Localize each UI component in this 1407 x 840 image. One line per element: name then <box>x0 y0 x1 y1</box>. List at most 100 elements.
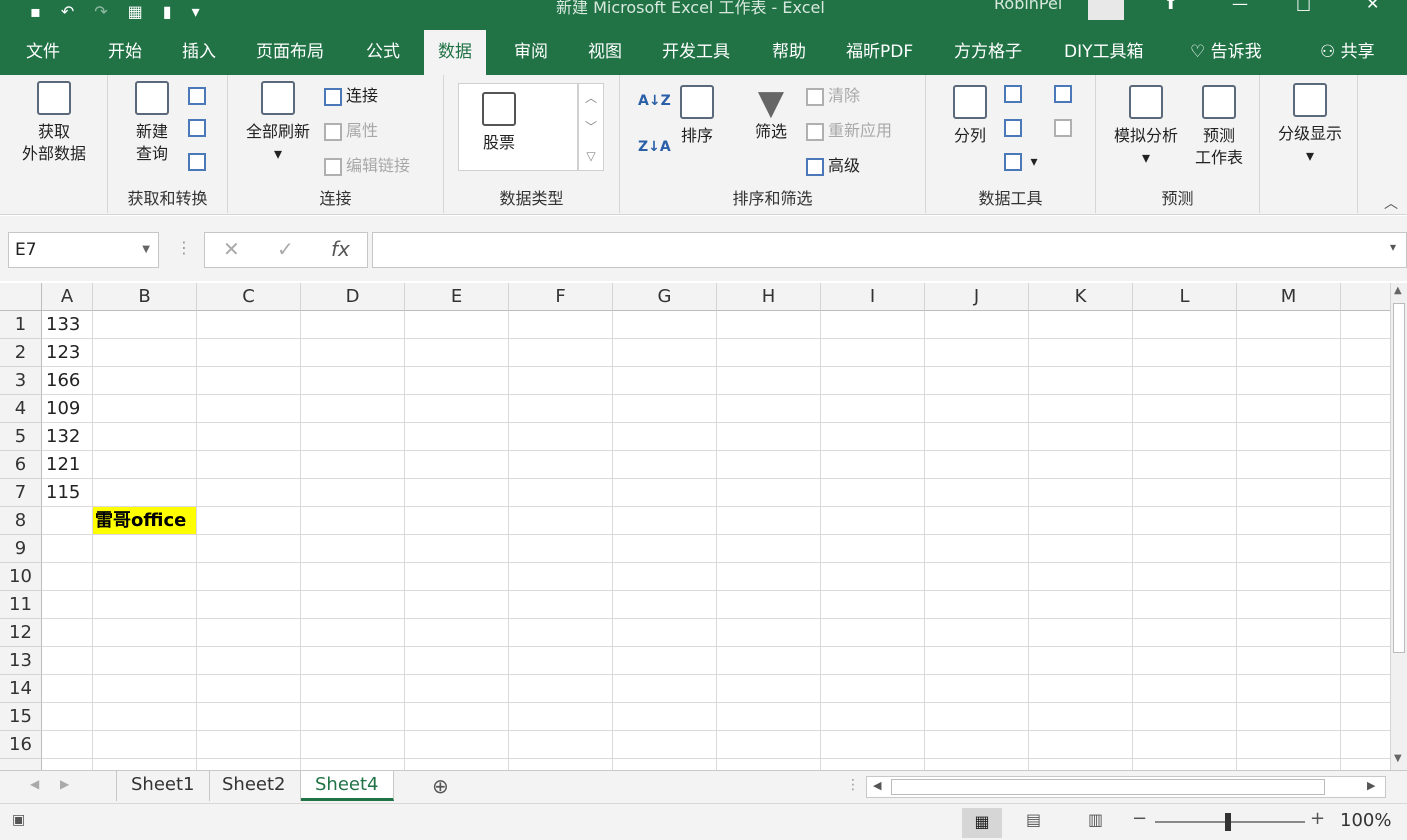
scroll-thumb[interactable] <box>1393 303 1405 653</box>
text-to-columns-button[interactable]: 分列 <box>946 85 994 147</box>
scroll-left-icon[interactable]: ◀ <box>873 779 881 792</box>
gallery-scroll[interactable]: ︿ ﹀ ▽ <box>578 83 604 171</box>
tell-me[interactable]: ♡ 告诉我 <box>1176 30 1276 75</box>
row-header[interactable]: 11 <box>0 591 42 619</box>
cell-a4[interactable]: 109 <box>42 395 92 422</box>
show-queries-icon[interactable] <box>188 87 210 105</box>
properties-button[interactable]: 属性 <box>324 120 378 142</box>
filter-button[interactable]: ▼ 筛选 <box>746 85 796 143</box>
close-icon[interactable]: ✕ <box>1366 0 1379 13</box>
cell-a3[interactable]: 166 <box>42 367 92 394</box>
forecast-sheet-button[interactable]: 预测 工作表 <box>1188 85 1250 169</box>
sort-za-icon[interactable]: Z↓A <box>638 139 671 155</box>
horizontal-scrollbar[interactable]: ◀ ▶ <box>866 776 1386 798</box>
row-header[interactable]: 4 <box>0 395 42 423</box>
hscroll-thumb[interactable] <box>891 779 1325 795</box>
tab-home[interactable]: 开始 <box>94 30 156 75</box>
sheet-tab[interactable]: Sheet1 <box>116 771 210 801</box>
cell-a5[interactable]: 132 <box>42 423 92 450</box>
get-external-data-button[interactable]: 获取 外部数据 <box>6 81 102 165</box>
column-header[interactable]: I <box>821 283 925 311</box>
split-handle-icon[interactable]: ⋮ <box>846 777 860 793</box>
normal-view-icon[interactable]: ▦ <box>962 808 1002 838</box>
row-header[interactable] <box>0 759 42 770</box>
maximize-icon[interactable]: □ <box>1296 0 1311 13</box>
from-table-icon[interactable] <box>188 119 210 137</box>
row-header[interactable]: 3 <box>0 367 42 395</box>
sort-az-icon[interactable]: A↓Z <box>638 93 671 109</box>
row-header[interactable]: 1 <box>0 311 42 339</box>
remove-duplicates-icon[interactable] <box>1004 119 1026 137</box>
collapse-ribbon-icon[interactable]: ︿ <box>1384 193 1398 213</box>
cancel-icon[interactable]: ✕ <box>223 237 240 261</box>
save-icon[interactable]: ▪ <box>30 2 41 21</box>
chart-icon[interactable]: ▮ <box>163 2 172 21</box>
formula-input[interactable] <box>372 232 1407 268</box>
tab-diy-toolbox[interactable]: DIY工具箱 <box>1050 30 1158 75</box>
cell-a1[interactable]: 133 <box>42 311 92 338</box>
column-header[interactable]: M <box>1237 283 1341 311</box>
new-query-button[interactable]: 新建 查询 <box>122 81 182 165</box>
column-header[interactable]: J <box>925 283 1029 311</box>
tab-file[interactable]: 文件 <box>12 30 74 75</box>
outline-button[interactable]: 分级显示 ▾ <box>1270 83 1350 167</box>
column-header[interactable]: G <box>613 283 717 311</box>
row-header[interactable]: 10 <box>0 563 42 591</box>
row-header[interactable]: 7 <box>0 479 42 507</box>
row-header[interactable]: 12 <box>0 619 42 647</box>
tab-help[interactable]: 帮助 <box>758 30 820 75</box>
row-header[interactable]: 6 <box>0 451 42 479</box>
reapply-button[interactable]: 重新应用 <box>806 120 892 142</box>
page-break-view-icon[interactable]: ▥ <box>1088 810 1103 829</box>
tab-developer[interactable]: 开发工具 <box>648 30 744 75</box>
scroll-up-icon[interactable]: ▲ <box>1394 285 1402 296</box>
chevron-down-icon[interactable]: ▼ <box>142 233 150 267</box>
row-header[interactable]: 16 <box>0 731 42 759</box>
row-header[interactable]: 2 <box>0 339 42 367</box>
recent-sources-icon[interactable] <box>188 153 210 171</box>
clear-button[interactable]: 清除 <box>806 85 860 107</box>
edit-links-button[interactable]: 编辑链接 <box>324 155 410 177</box>
column-header[interactable]: L <box>1133 283 1237 311</box>
zoom-slider-knob[interactable] <box>1225 813 1231 831</box>
column-header[interactable]: F <box>509 283 613 311</box>
zoom-in-icon[interactable]: + <box>1310 808 1325 829</box>
tab-page-layout[interactable]: 页面布局 <box>242 30 338 75</box>
column-header[interactable]: A <box>42 283 93 311</box>
column-header[interactable] <box>1341 283 1390 311</box>
row-header[interactable]: 15 <box>0 703 42 731</box>
minimize-icon[interactable]: — <box>1232 0 1248 13</box>
tab-view[interactable]: 视图 <box>574 30 636 75</box>
next-sheet-icon[interactable]: ▶ <box>60 777 69 791</box>
scroll-down-icon[interactable]: ▼ <box>1394 753 1402 764</box>
select-all-button[interactable] <box>0 283 42 311</box>
tab-fangfang[interactable]: 方方格子 <box>940 30 1036 75</box>
page-layout-view-icon[interactable]: ▤ <box>1026 810 1041 829</box>
advanced-button[interactable]: 高级 <box>806 155 860 177</box>
ribbon-display-icon[interactable]: ⬆ <box>1164 0 1177 13</box>
row-header[interactable]: 13 <box>0 647 42 675</box>
column-header[interactable]: K <box>1029 283 1133 311</box>
tab-formulas[interactable]: 公式 <box>352 30 414 75</box>
tab-foxit-pdf[interactable]: 福昕PDF <box>832 30 927 75</box>
row-header[interactable]: 9 <box>0 535 42 563</box>
worksheet-grid[interactable]: A B C D E F G H I J K L M 1 2 3 4 5 6 7 … <box>0 283 1390 770</box>
row-header[interactable]: 5 <box>0 423 42 451</box>
column-header[interactable]: D <box>301 283 405 311</box>
column-header[interactable]: C <box>197 283 301 311</box>
cell-b8[interactable]: 雷哥office <box>93 507 196 534</box>
consolidate-icon[interactable] <box>1054 85 1076 103</box>
row-header[interactable]: 14 <box>0 675 42 703</box>
stocks-gallery[interactable]: 股票 <box>458 83 578 171</box>
sort-button[interactable]: 排序 <box>672 85 722 147</box>
column-header[interactable]: B <box>93 283 197 311</box>
stocks-button[interactable]: 股票 <box>469 92 529 154</box>
flash-fill-icon[interactable] <box>1004 85 1026 103</box>
drag-handle-icon[interactable]: ⋮ <box>176 238 192 257</box>
customize-qat-icon[interactable]: ▾ <box>192 2 200 21</box>
data-validation-icon[interactable]: ▾ <box>1004 153 1037 171</box>
cell-a6[interactable]: 121 <box>42 451 92 478</box>
sheet-tab-active[interactable]: Sheet4 <box>301 771 394 801</box>
zoom-level[interactable]: 100% <box>1340 810 1391 831</box>
prev-sheet-icon[interactable]: ◀ <box>30 777 39 791</box>
